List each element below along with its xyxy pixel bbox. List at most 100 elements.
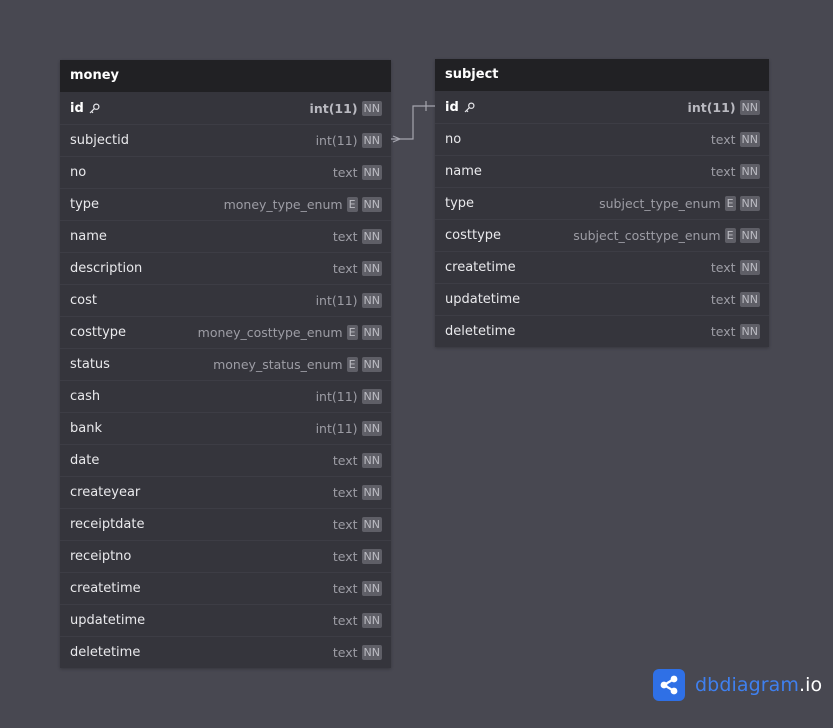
- table-money[interactable]: money id int(11) NN subjectid int(11) NN no tex…: [60, 60, 391, 668]
- field-name-text: createtime: [445, 260, 516, 275]
- field-name-text: name: [70, 229, 107, 244]
- field-name: id: [445, 100, 475, 115]
- not-null-badge: NN: [361, 421, 382, 436]
- field-type: money_costtype_enum: [197, 325, 343, 340]
- field-type: int(11): [315, 421, 358, 436]
- field-row-date[interactable]: date text NN: [60, 444, 391, 476]
- field-name-text: status: [70, 357, 110, 372]
- field-name: updatetime: [70, 613, 145, 628]
- field-row-costtype[interactable]: costtype subject_costtype_enum E NN: [435, 219, 769, 251]
- table-subject[interactable]: subject id int(11) NN no text NN name text NN typ…: [435, 59, 769, 347]
- field-name-text: no: [445, 132, 462, 147]
- field-row-name[interactable]: name text NN: [60, 220, 391, 252]
- brand-logo[interactable]: dbdiagram.io: [653, 669, 822, 701]
- field-name: deletetime: [70, 645, 140, 660]
- field-row-createtime[interactable]: createtime text NN: [435, 251, 769, 283]
- field-name: name: [445, 164, 482, 179]
- field-row-id[interactable]: id int(11) NN: [435, 91, 769, 123]
- field-name: date: [70, 453, 99, 468]
- enum-badge: E: [346, 197, 358, 212]
- field-name: costtype: [445, 228, 501, 243]
- brand-suffix: .io: [799, 674, 823, 696]
- field-name-text: description: [70, 261, 143, 276]
- field-name-text: createtime: [70, 581, 141, 596]
- field-row-receiptno[interactable]: receiptno text NN: [60, 540, 391, 572]
- field-name: receiptdate: [70, 517, 144, 532]
- table-fields: id int(11) NN no text NN name text NN type subject…: [435, 91, 769, 347]
- field-row-no[interactable]: no text NN: [60, 156, 391, 188]
- field-type: int(11): [315, 133, 358, 148]
- enum-badge: E: [346, 325, 358, 340]
- not-null-badge: NN: [361, 293, 382, 308]
- field-row-deletetime[interactable]: deletetime text NN: [60, 636, 391, 668]
- field-type: text: [332, 517, 358, 532]
- not-null-badge: NN: [739, 196, 760, 211]
- field-row-description[interactable]: description text NN: [60, 252, 391, 284]
- not-null-badge: NN: [361, 165, 382, 180]
- field-type: text: [710, 260, 736, 275]
- table-header[interactable]: money: [60, 60, 391, 92]
- field-name: createtime: [445, 260, 516, 275]
- field-name: id: [70, 101, 100, 116]
- field-name-text: receiptno: [70, 549, 132, 564]
- field-name: no: [445, 132, 461, 147]
- field-type: text: [710, 292, 736, 307]
- field-row-costtype[interactable]: costtype money_costtype_enum E NN: [60, 316, 391, 348]
- field-name-text: bank: [70, 421, 102, 436]
- not-null-badge: NN: [739, 324, 760, 339]
- field-type: int(11): [687, 99, 736, 115]
- not-null-badge: NN: [361, 325, 382, 340]
- field-row-receiptdate[interactable]: receiptdate text NN: [60, 508, 391, 540]
- field-row-cash[interactable]: cash int(11) NN: [60, 380, 391, 412]
- field-row-name[interactable]: name text NN: [435, 155, 769, 187]
- field-row-updatetime[interactable]: updatetime text NN: [60, 604, 391, 636]
- field-name-text: updatetime: [70, 613, 146, 628]
- table-fields: id int(11) NN subjectid int(11) NN no text NN typ…: [60, 92, 391, 668]
- field-type: subject_type_enum: [599, 196, 721, 211]
- field-row-deletetime[interactable]: deletetime text NN: [435, 315, 769, 347]
- share-nodes-icon: [653, 669, 685, 701]
- field-name-text: id: [445, 99, 459, 115]
- not-null-badge: NN: [361, 453, 382, 468]
- not-null-badge: NN: [361, 517, 382, 532]
- table-header[interactable]: subject: [435, 59, 769, 91]
- field-row-updatetime[interactable]: updatetime text NN: [435, 283, 769, 315]
- field-type: text: [332, 165, 358, 180]
- field-row-createyear[interactable]: createyear text NN: [60, 476, 391, 508]
- not-null-badge: NN: [739, 99, 760, 115]
- not-null-badge: NN: [361, 645, 382, 660]
- field-type: int(11): [315, 389, 358, 404]
- not-null-badge: NN: [739, 228, 760, 243]
- field-row-no[interactable]: no text NN: [435, 123, 769, 155]
- field-row-subjectid[interactable]: subjectid int(11) NN: [60, 124, 391, 156]
- field-name: updatetime: [445, 292, 520, 307]
- field-type: text: [332, 485, 358, 500]
- not-null-badge: NN: [361, 549, 382, 564]
- enum-badge: E: [346, 357, 358, 372]
- field-name-text: subjectid: [70, 133, 129, 148]
- field-row-cost[interactable]: cost int(11) NN: [60, 284, 391, 316]
- not-null-badge: NN: [361, 261, 382, 276]
- field-name: cash: [70, 389, 100, 404]
- field-row-status[interactable]: status money_status_enum E NN: [60, 348, 391, 380]
- field-name-text: cost: [70, 293, 97, 308]
- not-null-badge: NN: [361, 133, 382, 148]
- field-row-createtime[interactable]: createtime text NN: [60, 572, 391, 604]
- field-name: createtime: [70, 581, 141, 596]
- field-row-type[interactable]: type subject_type_enum E NN: [435, 187, 769, 219]
- field-name: no: [70, 165, 86, 180]
- field-name-text: type: [445, 196, 475, 211]
- field-name-text: cash: [70, 389, 101, 404]
- not-null-badge: NN: [739, 292, 760, 307]
- field-row-bank[interactable]: bank int(11) NN: [60, 412, 391, 444]
- field-row-id[interactable]: id int(11) NN: [60, 92, 391, 124]
- field-type: text: [332, 261, 358, 276]
- field-type: money_type_enum: [223, 197, 343, 212]
- field-name: type: [445, 196, 474, 211]
- field-type: text: [332, 613, 358, 628]
- field-name-text: no: [70, 165, 87, 180]
- field-type: text: [332, 549, 358, 564]
- field-row-type[interactable]: type money_type_enum E NN: [60, 188, 391, 220]
- field-name-text: costtype: [445, 228, 502, 243]
- field-name: cost: [70, 293, 97, 308]
